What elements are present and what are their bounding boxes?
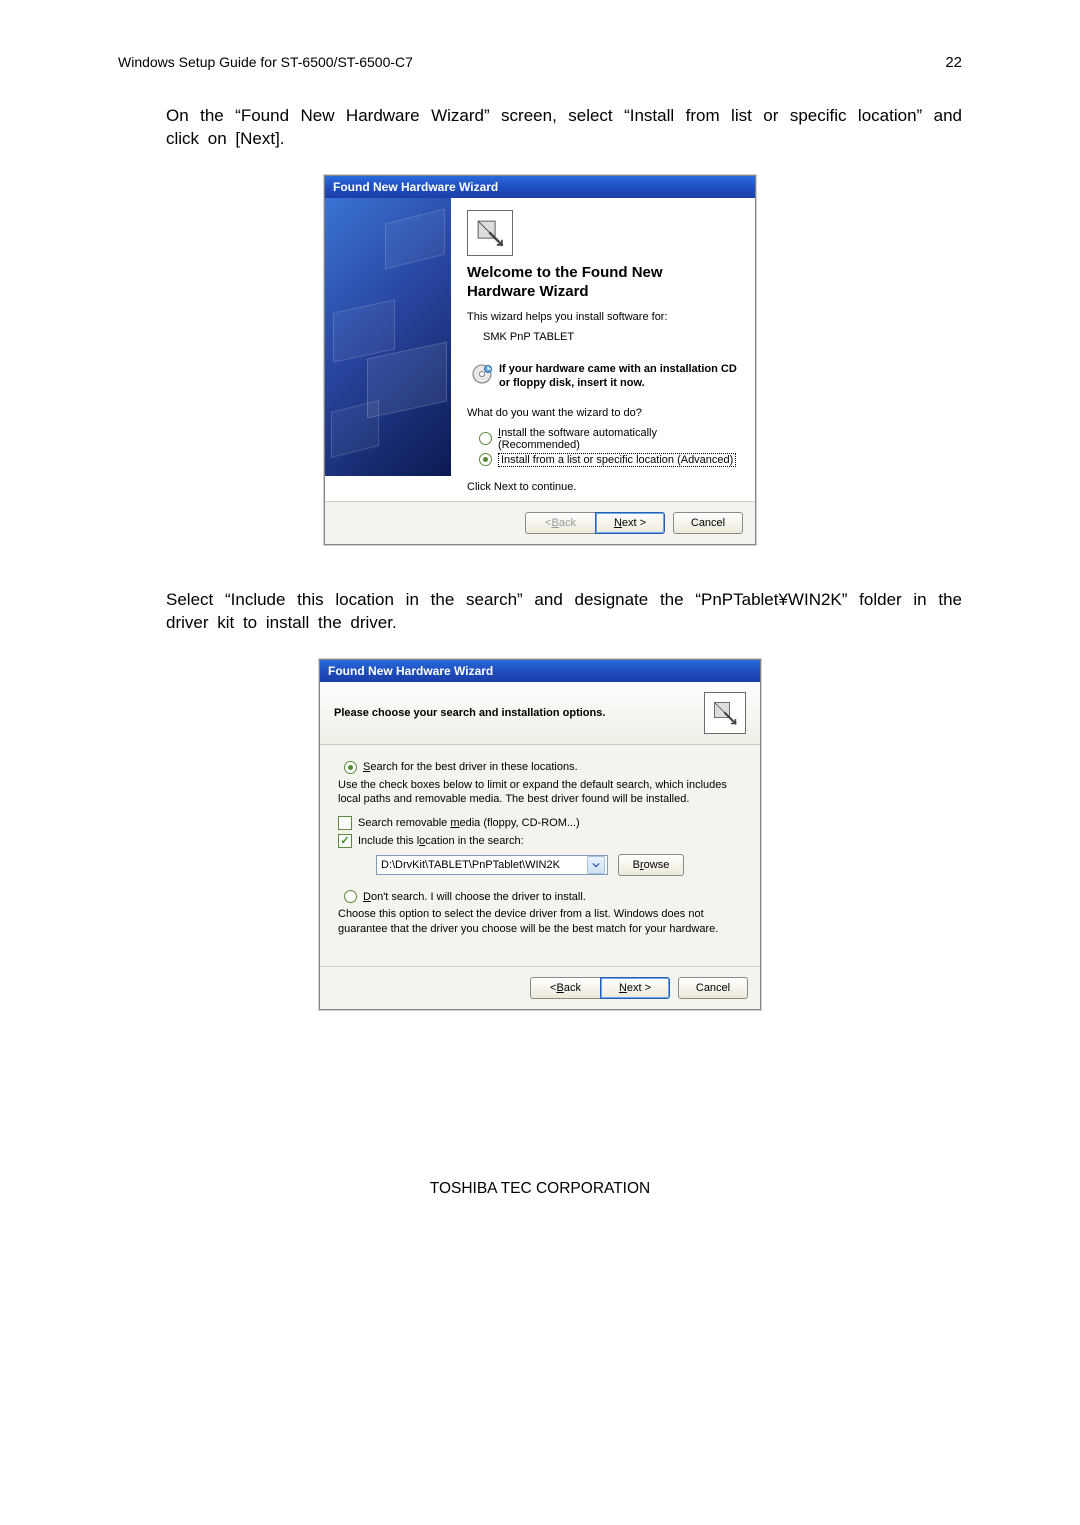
welcome-line2: Hardware Wizard — [467, 283, 589, 300]
radio-auto[interactable]: IInstall the software automatically (Rec… — [479, 427, 739, 451]
header-title: Windows Setup Guide for ST-6500/ST-6500-… — [118, 54, 413, 70]
cd-line1: If your hardware came with an installati… — [499, 363, 737, 375]
search-desc: Use the check boxes below to limit or ex… — [338, 778, 742, 807]
checkbox-include-label: Include this location in the search: — [358, 835, 524, 847]
window-titlebar-2: Found New Hardware Wizard — [320, 660, 760, 682]
radio-icon — [344, 890, 357, 903]
checkbox-media[interactable]: Search removable media (floppy, CD-ROM..… — [338, 816, 742, 830]
page-footer: TOSHIBA TEC CORPORATION — [118, 1180, 962, 1198]
next-button[interactable]: Next > — [600, 977, 670, 999]
page-header: Windows Setup Guide for ST-6500/ST-6500-… — [118, 54, 962, 71]
cancel-button[interactable]: Cancel — [673, 512, 743, 534]
cd-icon — [471, 363, 493, 388]
radio-search[interactable]: Search for the best driver in these loca… — [344, 761, 742, 774]
radio-icon-checked — [479, 453, 492, 466]
screenshot-2: Found New Hardware Wizard Please choose … — [118, 659, 962, 1010]
wizard-window-1: Found New Hardware Wizard — [324, 175, 756, 545]
path-row: D:\DrvKit\TABLET\PnPTablet\WIN2K Browse — [376, 854, 742, 876]
button-row-2: < Back Next > Cancel — [320, 966, 760, 1009]
browse-button[interactable]: Browse — [618, 854, 684, 876]
checkbox-include[interactable]: Include this location in the search: — [338, 834, 742, 848]
page-content: Windows Setup Guide for ST-6500/ST-6500-… — [0, 0, 1080, 1198]
welcome-line1: Welcome to the Found New — [467, 264, 663, 281]
cancel-button[interactable]: Cancel — [678, 977, 748, 999]
device-name: SMK PnP TABLET — [483, 331, 739, 343]
window-titlebar: Found New Hardware Wizard — [325, 176, 755, 198]
wizard-side-graphic — [325, 198, 451, 476]
instruction-1: On the “Found New Hardware Wizard” scree… — [166, 105, 962, 151]
radio-dont-search[interactable]: Don't search. I will choose the driver t… — [344, 890, 742, 903]
subheader-text: Please choose your search and installati… — [334, 707, 605, 719]
cd-hint: If your hardware came with an installati… — [471, 363, 739, 391]
radio-search-label: Search for the best driver in these loca… — [363, 761, 578, 773]
page-number: 22 — [945, 54, 962, 71]
button-row: < Back Next > Cancel — [325, 501, 755, 544]
hardware-icon-small — [704, 692, 746, 734]
wizard-welcome-heading: Welcome to the Found New Hardware Wizard — [467, 264, 739, 302]
radio-list[interactable]: Install from a list or specific location… — [479, 453, 739, 467]
hardware-icon — [467, 210, 513, 256]
checkbox-icon — [338, 816, 352, 830]
chevron-down-icon[interactable] — [587, 856, 605, 874]
back-button: < Back — [525, 512, 595, 534]
click-next-text: Click Next to continue. — [467, 481, 739, 493]
back-button[interactable]: < Back — [530, 977, 600, 999]
checkbox-media-label: Search removable media (floppy, CD-ROM..… — [358, 817, 580, 829]
screenshot-1: Found New Hardware Wizard — [118, 175, 962, 545]
radio-list-label: Install from a list or specific location… — [498, 453, 736, 467]
path-value: D:\DrvKit\TABLET\PnPTablet\WIN2K — [381, 859, 560, 871]
wizard-window-2: Found New Hardware Wizard Please choose … — [319, 659, 761, 1010]
wizard-question: What do you want the wizard to do? — [467, 407, 739, 419]
dont-desc: Choose this option to select the device … — [338, 907, 742, 936]
instruction-2: Select “Include this location in the sea… — [166, 589, 962, 635]
radio-icon — [479, 432, 492, 445]
radio-icon-checked — [344, 761, 357, 774]
path-combobox[interactable]: D:\DrvKit\TABLET\PnPTablet\WIN2K — [376, 855, 608, 875]
helps-text: This wizard helps you install software f… — [467, 311, 739, 323]
next-button[interactable]: Next > — [595, 512, 665, 534]
cd-line2: or floppy disk, insert it now. — [499, 377, 645, 389]
checkbox-icon-checked — [338, 834, 352, 848]
wizard-subheader: Please choose your search and installati… — [320, 682, 760, 745]
radio-auto-label: IInstall the software automatically (Rec… — [498, 427, 739, 451]
radio-dont-label: Don't search. I will choose the driver t… — [363, 891, 586, 903]
